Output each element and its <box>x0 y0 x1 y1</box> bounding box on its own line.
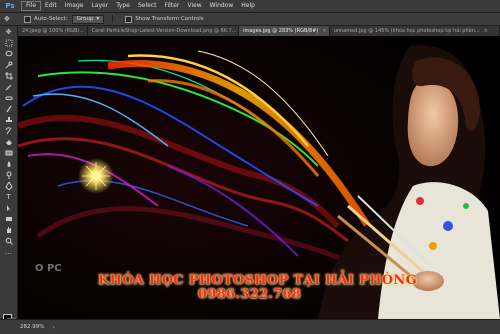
transform-controls-label: Show Transform Controls <box>135 16 204 22</box>
chevron-right-icon[interactable]: › <box>52 324 54 331</box>
move-tool-icon[interactable]: ✥ <box>4 15 14 23</box>
gradient-tool-icon[interactable] <box>0 147 17 158</box>
document-tab[interactable]: 24.jpeg @ 100% (RGB/... × <box>18 26 88 36</box>
watermark-text: O PC <box>35 263 62 274</box>
document-tab[interactable]: Corel-ParticleShop-Latest-Version-Downlo… <box>87 26 240 36</box>
zoom-tool-icon[interactable] <box>0 235 17 246</box>
auto-select-label: Auto-Select: <box>34 16 68 22</box>
rectangle-tool-icon[interactable] <box>0 213 17 224</box>
brush-tool-icon[interactable] <box>0 103 17 114</box>
tab-label: images.jpg @ 283% (RGB/8#) <box>243 28 319 34</box>
menu-select[interactable]: Select <box>134 1 161 11</box>
document-tab[interactable]: unnamed.jpg @ 145% (khóa học photoshop t… <box>329 26 500 36</box>
close-icon[interactable]: × <box>322 26 326 36</box>
menu-bar: Ps File Edit Image Layer Type Select Fil… <box>0 0 500 13</box>
move-tool-icon[interactable]: ✥ <box>0 26 17 37</box>
menu-window[interactable]: Window <box>206 1 238 11</box>
menu-edit[interactable]: Edit <box>41 1 61 11</box>
path-selection-tool-icon[interactable] <box>0 202 17 213</box>
clone-stamp-tool-icon[interactable] <box>0 114 17 125</box>
tab-label: 24.jpeg @ 100% (RGB/... <box>22 28 85 34</box>
transform-controls-checkbox[interactable] <box>125 15 133 23</box>
menu-filter[interactable]: Filter <box>161 1 184 11</box>
pen-tool-icon[interactable] <box>0 180 17 191</box>
auto-select-checkbox[interactable] <box>24 15 31 23</box>
dodge-tool-icon[interactable] <box>0 169 17 180</box>
phone-number-text: 0986.322.768 <box>198 287 302 302</box>
menu-file[interactable]: File <box>21 1 42 11</box>
menu-view[interactable]: View <box>183 1 205 11</box>
marquee-tool-icon[interactable] <box>0 37 17 48</box>
tab-label: unnamed.jpg @ 145% (khóa học photoshop t… <box>333 28 480 34</box>
document-image[interactable]: O PC KHÓA HỌC PHOTOSHOP TẠI HẢI PHÒNG 09… <box>18 36 500 319</box>
menu-help[interactable]: Help <box>237 1 259 11</box>
toolbox: ✥ T … <box>0 26 18 327</box>
document-tab-active[interactable]: images.jpg @ 283% (RGB/8#) × <box>239 26 330 36</box>
menu-image[interactable]: Image <box>61 1 88 11</box>
auto-select-dropdown[interactable]: Group ▾ <box>71 14 105 24</box>
document-tab-bar: 24.jpeg @ 100% (RGB/... × Corel-Particle… <box>18 26 500 36</box>
blur-tool-icon[interactable] <box>0 158 17 169</box>
history-brush-tool-icon[interactable] <box>0 125 17 136</box>
divider <box>112 15 114 23</box>
quick-select-tool-icon[interactable] <box>0 59 17 70</box>
tab-label: Corel-ParticleShop-Latest-Version-Downlo… <box>91 28 237 34</box>
more-tools-icon[interactable]: … <box>0 246 17 257</box>
hand-tool-icon[interactable] <box>0 224 17 235</box>
eraser-tool-icon[interactable] <box>0 136 17 147</box>
lasso-tool-icon[interactable] <box>0 48 17 59</box>
type-tool-icon[interactable]: T <box>0 191 17 202</box>
zoom-level[interactable]: 282.99% <box>20 324 44 330</box>
photoshop-logo: Ps <box>5 2 15 10</box>
close-icon[interactable]: × <box>484 26 488 36</box>
menu-type[interactable]: Type <box>112 1 134 11</box>
crop-tool-icon[interactable] <box>0 70 17 81</box>
healing-brush-tool-icon[interactable] <box>0 92 17 103</box>
chevron-down-icon: ▾ <box>96 15 100 22</box>
eyedropper-tool-icon[interactable] <box>0 81 17 92</box>
menu-layer[interactable]: Layer <box>87 1 112 11</box>
options-bar: ✥ Auto-Select: Group ▾ Show Transform Co… <box>0 13 500 26</box>
auto-select-value: Group <box>76 15 94 22</box>
status-bar: 282.99% › <box>0 319 500 334</box>
course-title-text: KHÓA HỌC PHOTOSHOP TẠI HẢI PHÒNG <box>98 273 417 288</box>
